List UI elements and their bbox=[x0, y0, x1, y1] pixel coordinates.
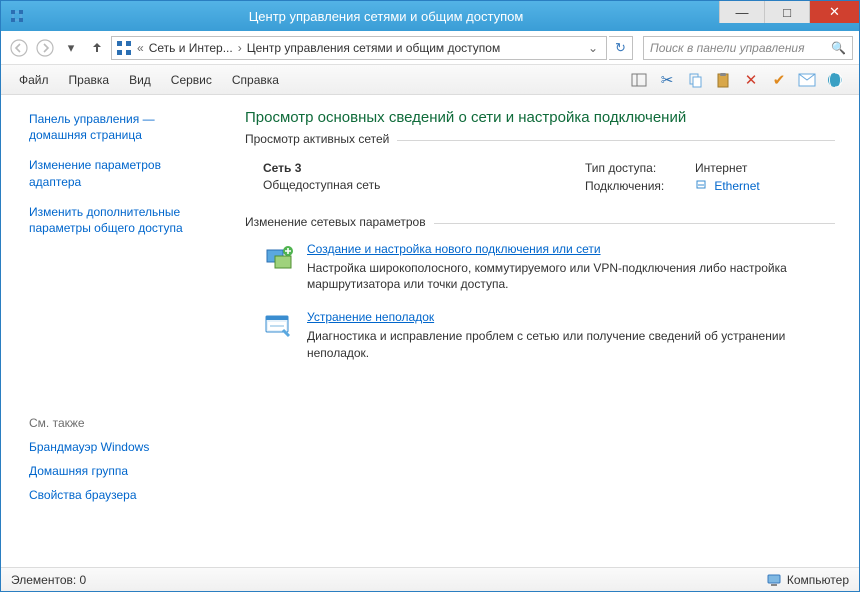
check-icon[interactable]: ✔ bbox=[769, 70, 789, 90]
active-networks-group: Просмотр активных сетей Сеть 3 Общедосту… bbox=[245, 140, 835, 201]
forward-button[interactable] bbox=[33, 36, 57, 60]
network-settings-group: Изменение сетевых параметров Создание и … bbox=[245, 223, 835, 361]
breadcrumb[interactable]: « Сеть и Интер... › Центр управления сет… bbox=[111, 36, 607, 60]
connection-link[interactable]: Ethernet bbox=[714, 179, 759, 193]
task-troubleshoot-desc: Диагностика и исправление проблем с сеть… bbox=[307, 328, 835, 360]
sidebar-home-link[interactable]: Панель управления — домашняя страница bbox=[29, 111, 215, 143]
chevron-left-icon: « bbox=[134, 41, 147, 55]
main-panel: Просмотр основных сведений о сети и наст… bbox=[231, 95, 859, 567]
network-name: Сеть 3 bbox=[263, 161, 585, 175]
task-new-connection-link[interactable]: Создание и настройка нового подключения … bbox=[307, 242, 601, 256]
search-placeholder: Поиск в панели управления bbox=[650, 41, 805, 55]
menu-file[interactable]: Файл bbox=[9, 69, 59, 91]
troubleshoot-icon bbox=[263, 310, 295, 342]
access-type-value: Интернет bbox=[695, 161, 747, 175]
menu-view[interactable]: Вид bbox=[119, 69, 161, 91]
active-network-row: Сеть 3 Общедоступная сеть Тип доступа: И… bbox=[245, 153, 835, 201]
back-button[interactable] bbox=[7, 36, 31, 60]
chevron-right-icon: › bbox=[235, 41, 245, 55]
seealso-firewall[interactable]: Брандмауэр Windows bbox=[29, 440, 215, 454]
app-icon bbox=[9, 8, 25, 24]
connections-label: Подключения: bbox=[585, 179, 695, 193]
task-troubleshoot: Устранение неполадок Диагностика и испра… bbox=[263, 310, 835, 360]
page-heading: Просмотр основных сведений о сети и наст… bbox=[245, 109, 835, 126]
ethernet-icon bbox=[695, 179, 707, 191]
up-button[interactable] bbox=[85, 36, 109, 60]
paste-icon[interactable] bbox=[713, 70, 733, 90]
menu-service[interactable]: Сервис bbox=[161, 69, 222, 91]
network-settings-legend: Изменение сетевых параметров bbox=[245, 215, 434, 229]
task-new-connection-desc: Настройка широкополосного, коммутируемог… bbox=[307, 260, 835, 292]
breadcrumb-segment[interactable]: Сеть и Интер... bbox=[149, 41, 233, 55]
search-icon: 🔍 bbox=[831, 41, 846, 55]
breadcrumb-segment[interactable]: Центр управления сетями и общим доступом bbox=[247, 41, 501, 55]
search-input[interactable]: Поиск в панели управления 🔍 bbox=[643, 36, 853, 60]
computer-icon bbox=[766, 572, 782, 588]
maximize-button[interactable]: □ bbox=[764, 1, 809, 23]
status-item-count: Элементов: 0 bbox=[11, 573, 86, 587]
seealso-browser[interactable]: Свойства браузера bbox=[29, 488, 215, 502]
new-connection-icon bbox=[263, 242, 295, 274]
seealso-header: См. также bbox=[29, 416, 215, 430]
active-networks-legend: Просмотр активных сетей bbox=[245, 132, 397, 146]
seealso-homegroup[interactable]: Домашняя группа bbox=[29, 464, 215, 478]
delete-icon[interactable]: ✕ bbox=[741, 70, 761, 90]
sidebar-sharing-link[interactable]: Изменить дополнительные параметры общего… bbox=[29, 204, 215, 236]
status-computer-label: Компьютер bbox=[787, 573, 849, 587]
menu-help[interactable]: Справка bbox=[222, 69, 289, 91]
statusbar: Элементов: 0 Компьютер bbox=[1, 567, 859, 591]
content-area: Панель управления — домашняя страница Из… bbox=[1, 95, 859, 567]
sidebar-adapter-link[interactable]: Изменение параметров адаптера bbox=[29, 157, 215, 189]
window-buttons: — □ ✕ bbox=[719, 1, 859, 23]
refresh-button[interactable]: ↻ bbox=[609, 36, 633, 60]
network-center-icon bbox=[116, 40, 132, 56]
breadcrumb-dropdown[interactable]: ⌄ bbox=[584, 41, 602, 55]
mail-icon[interactable] bbox=[797, 70, 817, 90]
task-new-connection: Создание и настройка нового подключения … bbox=[263, 242, 835, 292]
toolbar-icons: ✂ ✕ ✔ bbox=[629, 70, 851, 90]
titlebar: Центр управления сетями и общим доступом… bbox=[1, 1, 859, 31]
copy-icon[interactable] bbox=[685, 70, 705, 90]
shell-icon[interactable] bbox=[825, 70, 845, 90]
menubar: Файл Правка Вид Сервис Справка ✂ ✕ ✔ bbox=[1, 65, 859, 95]
minimize-button[interactable]: — bbox=[719, 1, 764, 23]
window: Центр управления сетями и общим доступом… bbox=[0, 0, 860, 592]
task-troubleshoot-link[interactable]: Устранение неполадок bbox=[307, 310, 434, 324]
recent-dropdown[interactable]: ▾ bbox=[59, 36, 83, 60]
layout-icon[interactable] bbox=[629, 70, 649, 90]
navbar: ▾ « Сеть и Интер... › Центр управления с… bbox=[1, 31, 859, 65]
access-type-label: Тип доступа: bbox=[585, 161, 695, 175]
cut-icon[interactable]: ✂ bbox=[657, 70, 677, 90]
sidebar: Панель управления — домашняя страница Из… bbox=[1, 95, 231, 567]
menu-edit[interactable]: Правка bbox=[59, 69, 120, 91]
network-category: Общедоступная сеть bbox=[263, 178, 585, 192]
close-button[interactable]: ✕ bbox=[809, 1, 859, 23]
